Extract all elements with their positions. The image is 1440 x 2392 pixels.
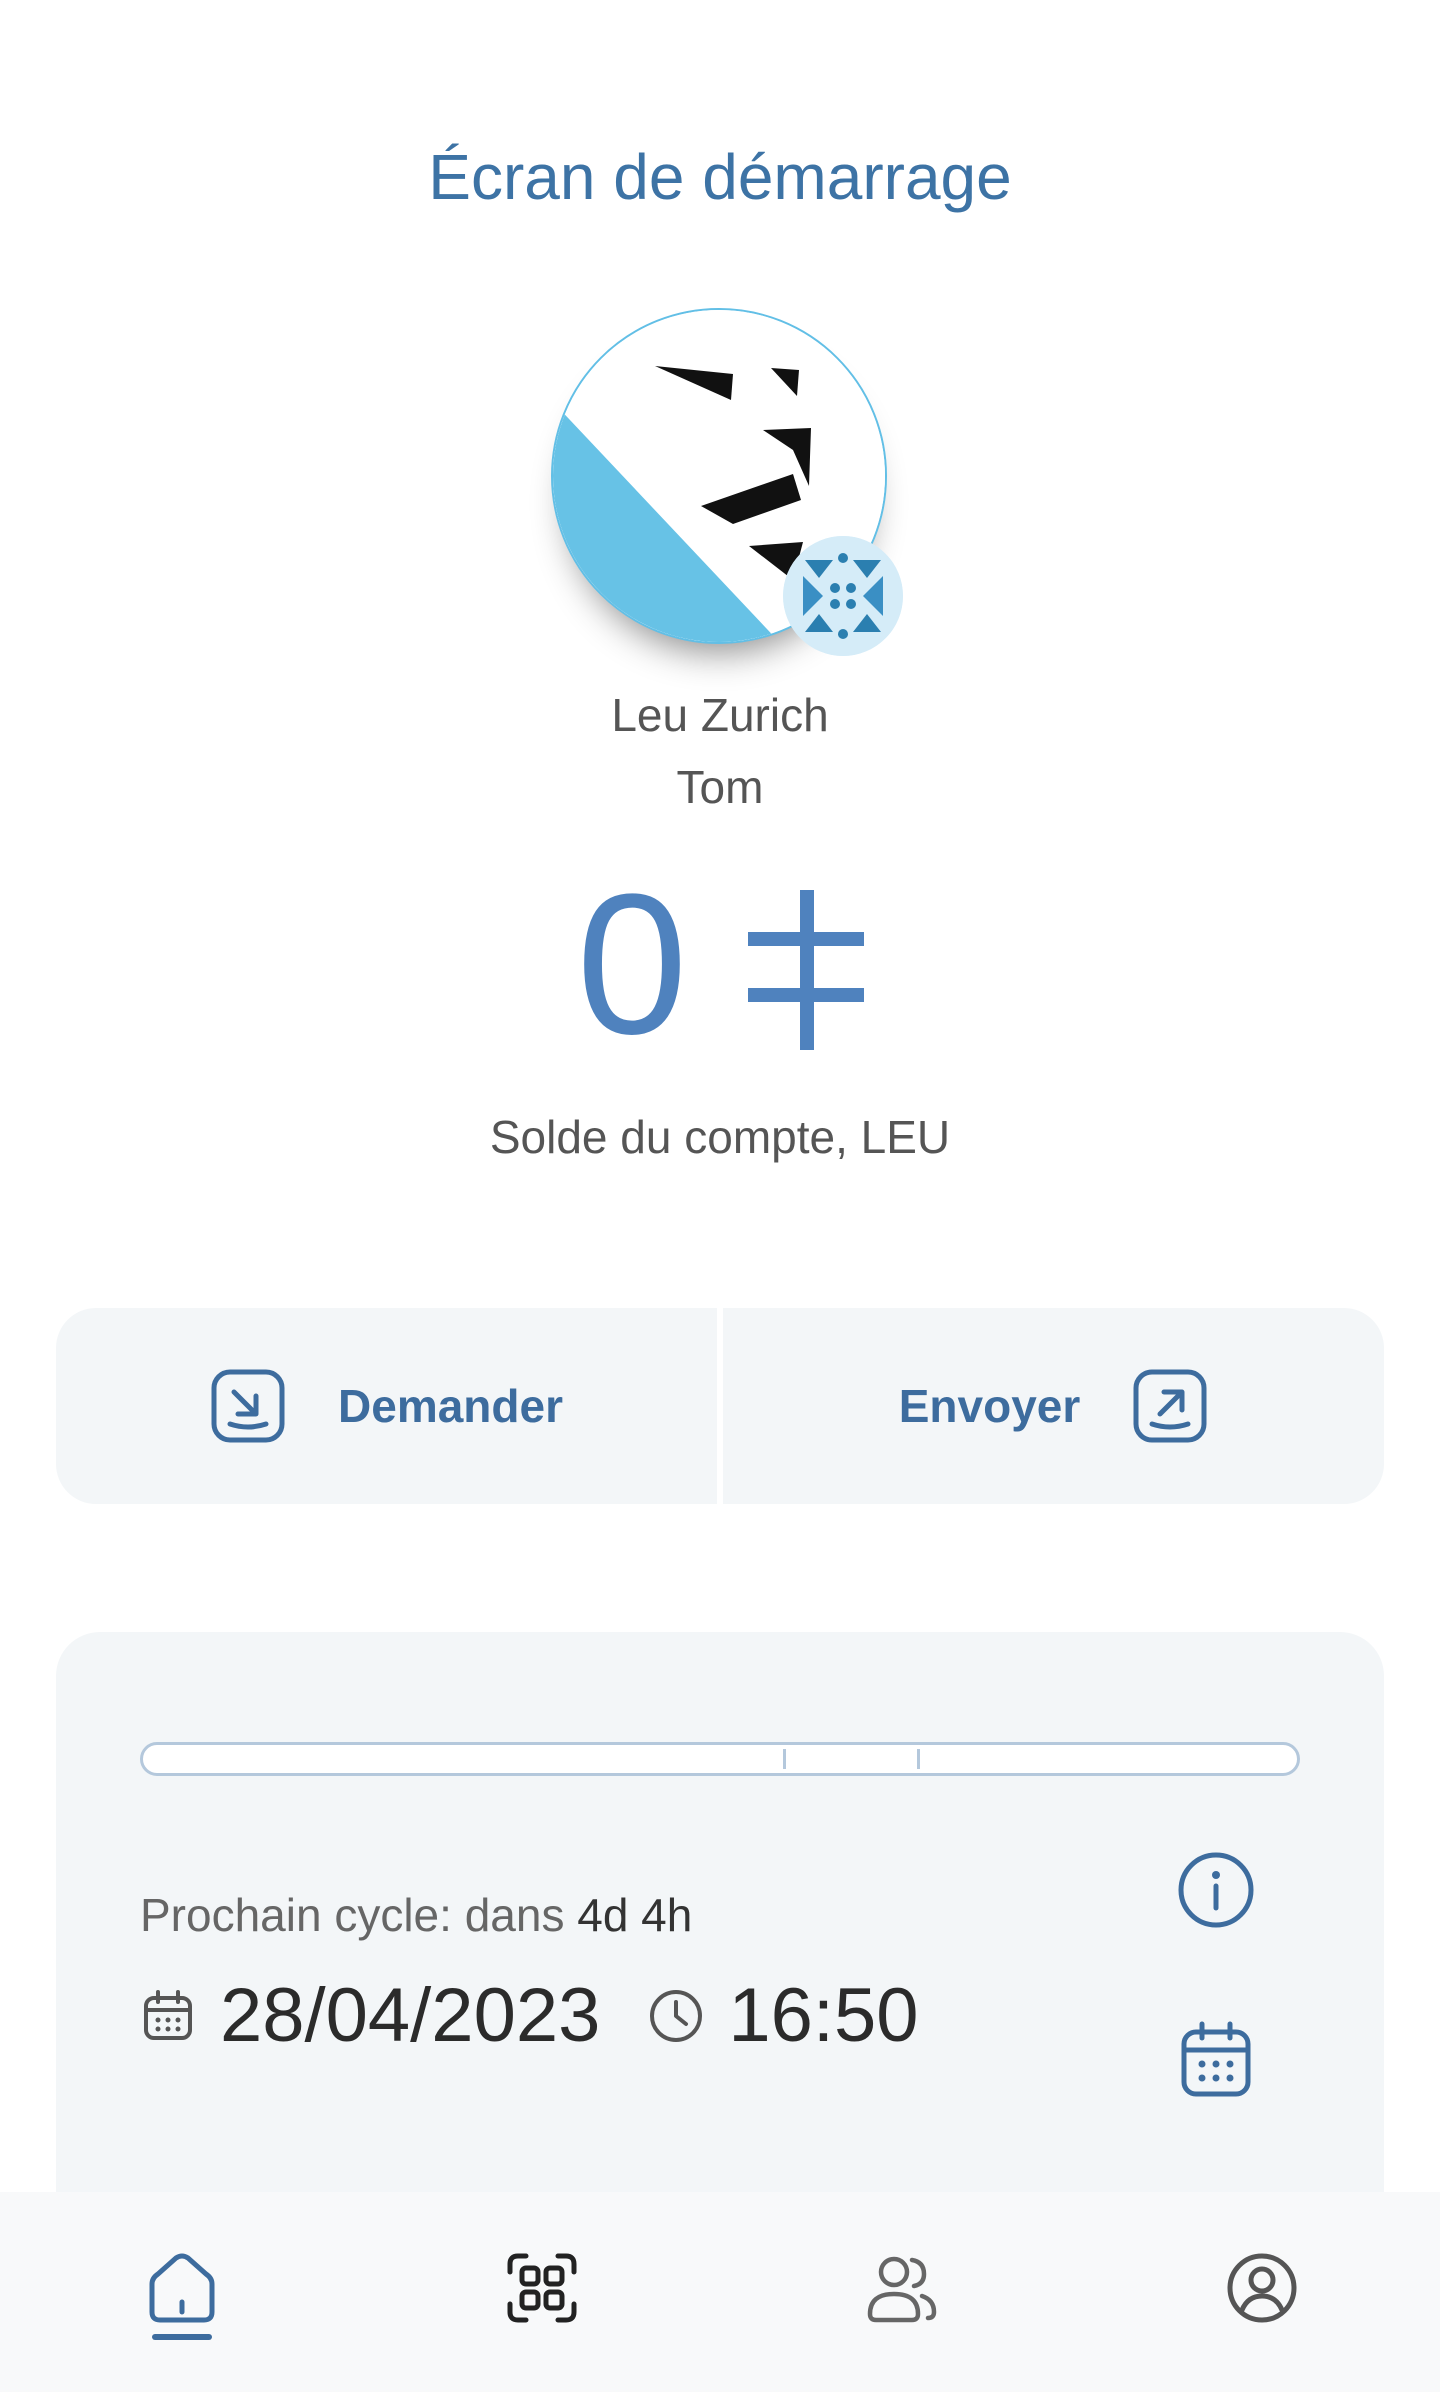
balance-value: 0 [576,853,688,1076]
send-label: Envoyer [898,1380,1081,1432]
nav-scan[interactable] [502,2250,582,2340]
info-icon [1178,1852,1254,1928]
community-avatar[interactable] [551,308,903,656]
bottom-navigation [0,2192,1440,2392]
request-button[interactable]: Demander [56,1308,717,1504]
clock-icon [650,1989,703,2042]
balance-label: Solde du compte, LEU [489,1111,951,1163]
cycle-datetime: 28/04/2023 16:50 [140,1972,919,2059]
send-icon [1133,1369,1207,1443]
leu-badge-icon [783,536,903,656]
receive-icon [211,1369,285,1443]
progress-tick [917,1749,920,1769]
calendar-icon [1181,2021,1251,2097]
leu-badge [783,536,903,656]
qr-scan-icon [507,2253,577,2323]
cycle-time: 16:50 [728,1973,919,2058]
nav-contacts[interactable] [862,2250,942,2340]
transfer-actions: Demander Envoyer [56,1308,1384,1504]
nav-home[interactable] [142,2250,222,2340]
request-label: Demander [338,1380,563,1432]
balance-display: 0 [0,865,1440,1065]
profile-icon [1227,2253,1297,2323]
add-to-calendar-button[interactable] [1178,2020,1254,2100]
currency-icon [747,890,864,1050]
nav-profile[interactable] [1222,2250,1302,2340]
next-cycle-prefix: Prochain cycle: dans [140,1889,565,1941]
page-title: Écran de démarrage [428,141,1012,213]
home-screen: Écran de démarrage Leu Zurich Tom 0 Sold… [0,0,1440,2392]
progress-tick [783,1749,786,1769]
cycle-progress-bar [140,1742,1300,1776]
cycle-card: Prochain cycle: dans 4d 4h 28/04/2023 16… [56,1632,1384,2192]
cycle-date: 28/04/2023 [220,1973,601,2058]
cycle-info-button[interactable] [1176,1850,1256,1930]
send-button[interactable]: Envoyer [723,1308,1384,1504]
home-icon [149,2253,215,2323]
community-name: Leu Zurich [611,689,829,741]
next-cycle-label: Prochain cycle: dans 4d 4h [140,1888,692,1942]
nav-active-indicator [152,2334,212,2340]
user-name: Tom [676,761,764,813]
calendar-icon [144,1989,192,2040]
contacts-icon [867,2256,937,2323]
next-cycle-remaining: 4d 4h [577,1889,693,1941]
